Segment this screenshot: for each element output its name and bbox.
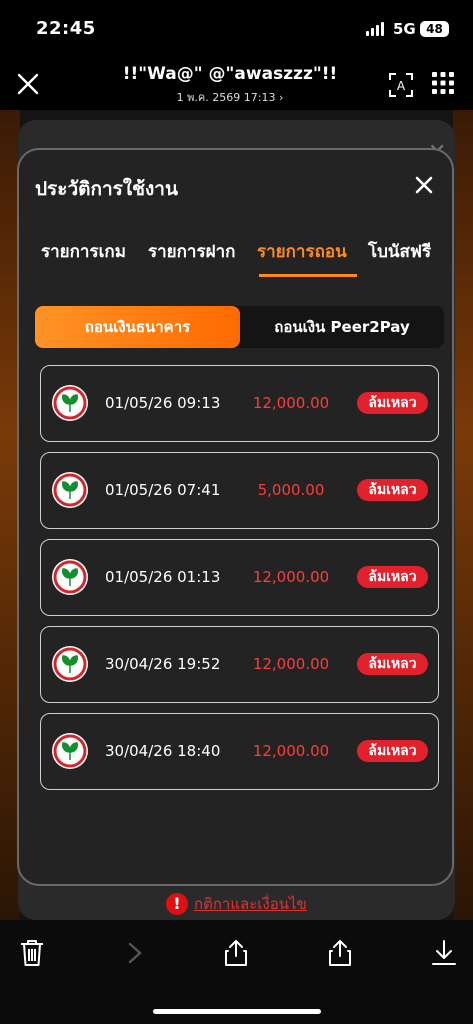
transaction-row[interactable]: 01/05/26 01:13 12,000.00 ล้มเหลว (40, 539, 439, 616)
status-badge: ล้มเหลว (357, 392, 428, 414)
transaction-date: 01/05/26 09:13 (105, 394, 221, 412)
close-icon[interactable] (14, 70, 42, 98)
bank-logo-icon (52, 733, 88, 769)
transaction-row[interactable]: 01/05/26 07:41 5,000.00 ล้มเหลว (40, 452, 439, 529)
transaction-amount: 12,000.00 (252, 394, 330, 412)
terms-label[interactable]: กติกาและเงื่อนไข (194, 892, 307, 916)
transaction-amount: 12,000.00 (252, 568, 330, 586)
home-indicator (153, 1009, 321, 1014)
close-icon[interactable] (413, 174, 435, 196)
status-badge: ล้มเหลว (357, 566, 428, 588)
background-decoration (453, 110, 473, 920)
network-type: 5G (393, 20, 416, 38)
download-icon[interactable] (430, 938, 458, 968)
terms-link[interactable]: ! กติกาและเงื่อนไข (166, 890, 307, 918)
transaction-date: 30/04/26 19:52 (105, 655, 221, 673)
signal-icon (366, 22, 384, 36)
tab-games[interactable]: รายการเกม (41, 238, 126, 265)
transaction-row[interactable]: 01/05/26 09:13 12,000.00 ล้มเหลว (40, 365, 439, 442)
transaction-row[interactable]: 30/04/26 18:40 12,000.00 ล้มเหลว (40, 713, 439, 790)
tab-free-bonus[interactable]: โบนัสฟรี (368, 238, 431, 265)
transaction-date: 30/04/26 18:40 (105, 742, 221, 760)
bank-logo-icon (52, 385, 88, 421)
status-bar: 22:45 5G 48 (0, 0, 473, 56)
page-title: !!"Wa@" @"awaszzz"!! (122, 64, 338, 84)
transaction-row[interactable]: 30/04/26 19:52 12,000.00 ล้มเหลว (40, 626, 439, 703)
status-badge: ล้มเหลว (357, 740, 428, 762)
transaction-amount: 5,000.00 (257, 481, 325, 499)
transaction-date: 01/05/26 07:41 (105, 481, 221, 499)
transaction-amount: 12,000.00 (252, 655, 330, 673)
tab-withdrawals[interactable]: รายการถอน (257, 238, 347, 265)
grid-icon[interactable] (432, 72, 454, 94)
browser-header: !!"Wa@" @"awaszzz"!! 1 พ.ค. 2569 17:13 ›… (0, 56, 473, 110)
trash-icon[interactable] (18, 938, 46, 968)
transaction-amount: 12,000.00 (252, 742, 330, 760)
bank-logo-icon (52, 646, 88, 682)
share-icon[interactable] (222, 938, 250, 968)
tab-deposits[interactable]: รายการฝาก (148, 238, 235, 265)
bank-logo-icon (52, 559, 88, 595)
withdraw-method-switch: ถอนเงินธนาคาร ถอนเงิน Peer2Pay (35, 306, 444, 348)
segment-bank-withdraw[interactable]: ถอนเงินธนาคาร (35, 306, 240, 348)
history-tabs: รายการเกม รายการฝาก รายการถอน โบนัสฟรี (19, 238, 452, 278)
status-time: 22:45 (36, 18, 96, 39)
transaction-date: 01/05/26 01:13 (105, 568, 221, 586)
status-badge: ล้มเหลว (357, 653, 428, 675)
segment-peer2pay-withdraw[interactable]: ถอนเงิน Peer2Pay (240, 306, 444, 348)
reader-icon[interactable]: A (388, 72, 414, 98)
forward-icon[interactable] (120, 938, 148, 968)
alert-icon: ! (166, 893, 188, 915)
bank-logo-icon (52, 472, 88, 508)
status-badge: ล้มเหลว (357, 479, 428, 501)
svg-text:A: A (397, 79, 406, 93)
history-modal: ประวัติการใช้งาน รายการเกม รายการฝาก ราย… (17, 148, 454, 886)
share-icon[interactable] (326, 938, 354, 968)
battery-icon: 48 (420, 21, 449, 37)
modal-title: ประวัติการใช้งาน (35, 178, 178, 200)
active-tab-indicator (259, 274, 357, 277)
page-subtitle[interactable]: 1 พ.ค. 2569 17:13 › (100, 88, 360, 106)
